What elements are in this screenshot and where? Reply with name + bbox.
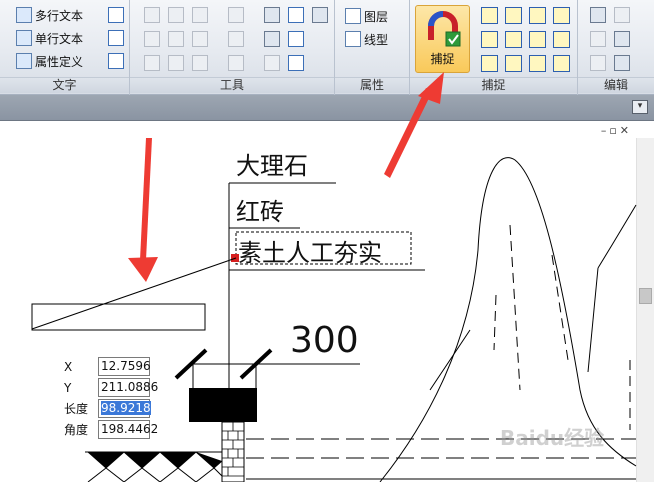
delete-icon[interactable] — [614, 7, 630, 23]
coord-label-length: 长度 — [64, 402, 89, 416]
regen-icon[interactable] — [288, 31, 304, 47]
toolbar-strip: ▾ — [0, 95, 654, 121]
text-find-icon[interactable] — [108, 53, 124, 69]
snap-node-icon[interactable] — [481, 55, 498, 72]
text-group-label: 文字 — [0, 77, 129, 93]
copy-icon[interactable] — [614, 31, 630, 47]
single-line-text-button[interactable]: 单行文本 — [16, 28, 83, 48]
snap-tangent-icon[interactable] — [553, 7, 570, 24]
coord-row-length: 长度 98.9218 — [60, 398, 152, 419]
layer-button[interactable]: 图层 — [345, 6, 388, 26]
edit-group: 编辑 — [578, 0, 654, 95]
snap-extension-icon[interactable] — [529, 31, 546, 48]
coord-input-y[interactable]: 211.0886 — [98, 378, 158, 397]
cut-icon[interactable] — [590, 31, 606, 47]
single-line-text-label: 单行文本 — [35, 31, 84, 46]
copy-object-icon[interactable] — [264, 7, 280, 23]
properties-group: 图层 线型 属性 — [335, 0, 410, 95]
attribute-define-label: 属性定义 — [35, 54, 84, 69]
block-icon[interactable] — [168, 31, 184, 47]
text-group: 多行文本 单行文本 属性定义 文字 — [0, 0, 130, 95]
snap-quadrant-icon[interactable] — [505, 55, 522, 72]
label-red-brick[interactable]: 红砖 — [236, 192, 284, 227]
tools-group-label: 工具 — [130, 77, 334, 93]
snap-apparent-icon[interactable] — [553, 55, 570, 72]
multiline-text-icon — [16, 7, 32, 23]
coord-input-x[interactable]: 12.7596 — [98, 357, 151, 376]
stretch-icon[interactable] — [168, 55, 184, 71]
linetype-button[interactable]: 线型 — [345, 29, 388, 49]
linetype-icon — [345, 31, 361, 47]
rotate-icon[interactable] — [168, 7, 184, 23]
erase-icon[interactable] — [264, 55, 280, 71]
array-icon[interactable] — [228, 7, 244, 23]
ribbon-collapse-button[interactable]: ▾ — [632, 100, 648, 114]
coord-row-x: X 12.7596 — [60, 356, 152, 377]
attribute-define-button[interactable]: 属性定义 — [16, 51, 83, 71]
snap-midpoint-icon[interactable] — [505, 31, 522, 48]
label-marble[interactable]: 大理石 — [236, 146, 308, 181]
snap-parallel-icon[interactable] — [553, 31, 570, 48]
edit-group-label: 编辑 — [578, 77, 654, 93]
single-line-text-icon — [16, 30, 32, 46]
coord-input-length-value: 98.9218 — [101, 401, 151, 415]
explode-icon[interactable] — [228, 31, 244, 47]
snap-button[interactable]: 捕捉 — [415, 5, 470, 73]
snap-button-label: 捕捉 — [430, 52, 455, 66]
coord-row-angle: 角度 198.4462 — [60, 419, 158, 440]
scroll-thumb[interactable] — [639, 288, 652, 304]
dots-icon[interactable] — [144, 55, 160, 71]
document-window-controls[interactable]: –▫✕ — [601, 124, 632, 137]
layer-icon — [345, 8, 361, 24]
snap-perpendicular-icon[interactable] — [505, 7, 522, 24]
properties-group-label: 属性 — [335, 77, 409, 93]
coord-label-x: X — [64, 359, 73, 374]
coord-label-angle: 角度 — [64, 423, 89, 437]
cad-window: 多行文本 单行文本 属性定义 文字 工具 图层 线型 属性 捕捉 捕捉 编辑 ▾… — [0, 0, 654, 482]
snap-intersection-icon[interactable] — [481, 31, 498, 48]
vertical-scrollbar[interactable] — [636, 138, 654, 482]
refresh-icon[interactable] — [288, 7, 304, 23]
coord-label-y: Y — [64, 380, 72, 395]
paste-icon[interactable] — [590, 7, 606, 23]
mirror-icon[interactable] — [192, 7, 208, 23]
tools-group: 工具 — [130, 0, 335, 95]
magnet-icon — [428, 11, 461, 47]
text-style-icon[interactable] — [108, 7, 124, 23]
snap-endpoint-icon[interactable] — [481, 7, 498, 24]
multiline-text-label: 多行文本 — [35, 8, 84, 23]
snap-group-label: 捕捉 — [410, 77, 577, 93]
snap-center-icon[interactable] — [529, 7, 546, 24]
export-icon[interactable] — [288, 55, 304, 71]
coord-input-length[interactable]: 98.9218 — [98, 399, 151, 418]
rectangle-icon[interactable] — [144, 31, 160, 47]
linetype-label: 线型 — [364, 32, 389, 47]
move-icon[interactable] — [144, 7, 160, 23]
dimension-value[interactable]: 300 — [290, 320, 359, 361]
snap-nearest-icon[interactable] — [529, 55, 546, 72]
coord-row-y: Y 211.0886 — [60, 377, 158, 398]
scale-icon[interactable] — [192, 31, 208, 47]
label-compacted-soil[interactable]: 素土人工夯实 — [238, 233, 382, 268]
ribbon: 多行文本 单行文本 属性定义 文字 工具 图层 线型 属性 捕捉 捕捉 编辑 — [0, 0, 654, 95]
dynamic-input-panel: X 12.7596 Y 211.0886 长度 98.9218 角度 198.4… — [60, 356, 158, 440]
layer-label: 图层 — [364, 9, 389, 24]
fillet-icon[interactable] — [192, 55, 208, 71]
paste-special-icon[interactable] — [590, 55, 606, 71]
coord-input-angle[interactable]: 198.4462 — [98, 420, 158, 439]
text-edit-icon[interactable] — [108, 30, 124, 46]
attribute-define-icon — [16, 53, 32, 69]
chamfer-icon[interactable] — [228, 55, 244, 71]
properties-panel-icon[interactable] — [312, 7, 328, 23]
clipboard-icon[interactable] — [614, 55, 630, 71]
watermark: Baidu经验 — [500, 426, 605, 450]
multiline-text-button[interactable]: 多行文本 — [16, 5, 83, 25]
group-icon[interactable] — [264, 31, 280, 47]
